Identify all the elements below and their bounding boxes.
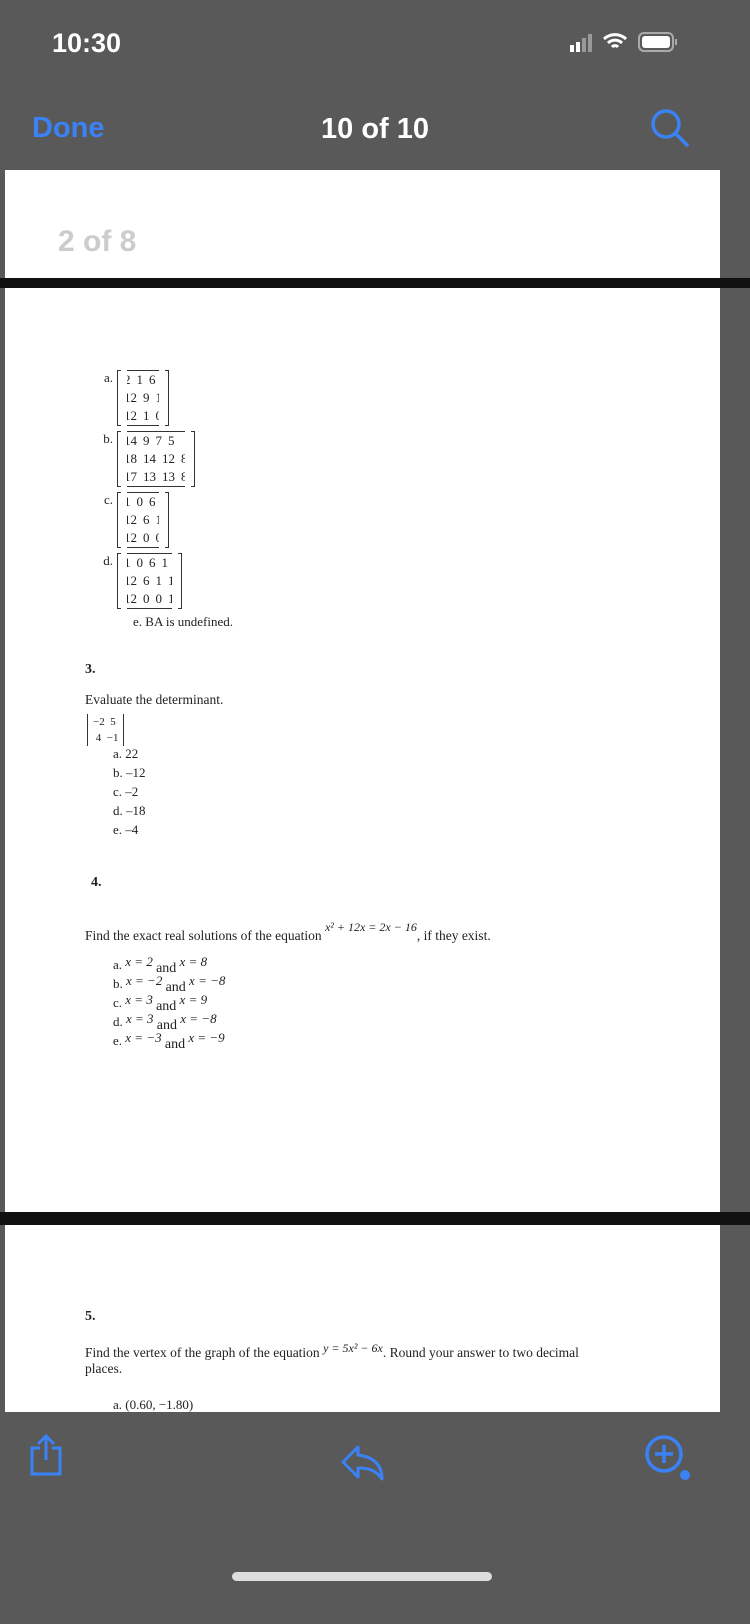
battery-icon: [638, 32, 677, 52]
q2-option: d. 1 0 6 1 12 6 1 1 12 0 0 1: [95, 553, 195, 609]
status-icons: [570, 32, 678, 52]
pdf-page-previous: [5, 170, 720, 278]
search-icon[interactable]: [648, 106, 692, 150]
matrix: 14 9 7 5 18 14 12 8 17 13 13 8: [117, 431, 195, 487]
reply-icon[interactable]: [340, 1444, 386, 1482]
q3-option: e. –4: [113, 822, 139, 837]
page-indicator: 2 of 8: [58, 225, 137, 258]
q3-option: a. 22: [113, 746, 139, 761]
q4-options: a. x = 2 and x = 8 b. x = −2 and x = −8 c.…: [113, 954, 225, 1052]
q3-option: d. –18: [113, 803, 146, 818]
q5-number: 5.: [85, 1309, 96, 1324]
wifi-icon: [602, 33, 628, 49]
pdf-page-current[interactable]: a. 2 1 6 12 9 1 12 1 0 b. 14 9 7 5 18 14 12 8 17 13 13 8 c. 1 0 6 1…: [5, 288, 720, 1212]
pdf-page-next[interactable]: 5. Find the vertex of the graph of the e…: [5, 1225, 720, 1412]
q4-equation: x² + 12x = 2x − 16: [324, 920, 417, 934]
q3-option: b. –12: [113, 765, 146, 780]
q2-option-e: e. BA is undefined.: [133, 614, 234, 629]
q4-option: e. x = −3 and x = −9: [113, 1030, 225, 1052]
q5-option-a: a. (0.60, −1.80): [113, 1397, 194, 1412]
matrix: 1 0 6 1 12 6 1 1 12 0 0 1: [117, 553, 182, 609]
page-count-title: 10 of 10: [321, 113, 429, 145]
q3-number: 3.: [85, 662, 96, 677]
zoom-in-icon[interactable]: [640, 1430, 696, 1486]
q5-prompt: Find the vertex of the graph of the equa…: [85, 1341, 579, 1376]
matrix: 1 0 6 12 6 1 12 0 0: [117, 492, 169, 548]
q2-options: a. 2 1 6 12 9 1 12 1 0 b. 14 9 7 5 18 14 12 8 17 13 13 8 c. 1 0 6 1…: [95, 370, 195, 614]
q4-number: 4.: [91, 875, 102, 890]
matrix: 2 1 6 12 9 1 12 1 0: [117, 370, 169, 426]
q3-options: a. 22 b. –12 c. –2 d. –18 e. –4: [113, 744, 146, 839]
page-divider: [0, 278, 750, 288]
q2-option: a. 2 1 6 12 9 1 12 1 0: [95, 370, 195, 426]
q3-determinant: −2 5 4 −1: [87, 714, 125, 746]
home-indicator[interactable]: [232, 1572, 492, 1581]
signal-icon: [570, 34, 592, 52]
q3-option: c. –2: [113, 784, 139, 799]
page-divider: [0, 1212, 750, 1225]
q3-prompt: Evaluate the determinant.: [85, 692, 224, 707]
q4-prompt: Find the exact real solutions of the equ…: [85, 920, 491, 943]
q2-option: b. 14 9 7 5 18 14 12 8 17 13 13 8: [95, 431, 195, 487]
status-time: 10:30: [52, 28, 122, 58]
share-icon[interactable]: [28, 1434, 64, 1476]
q2-option: c. 1 0 6 12 6 1 12 0 0: [95, 492, 195, 548]
